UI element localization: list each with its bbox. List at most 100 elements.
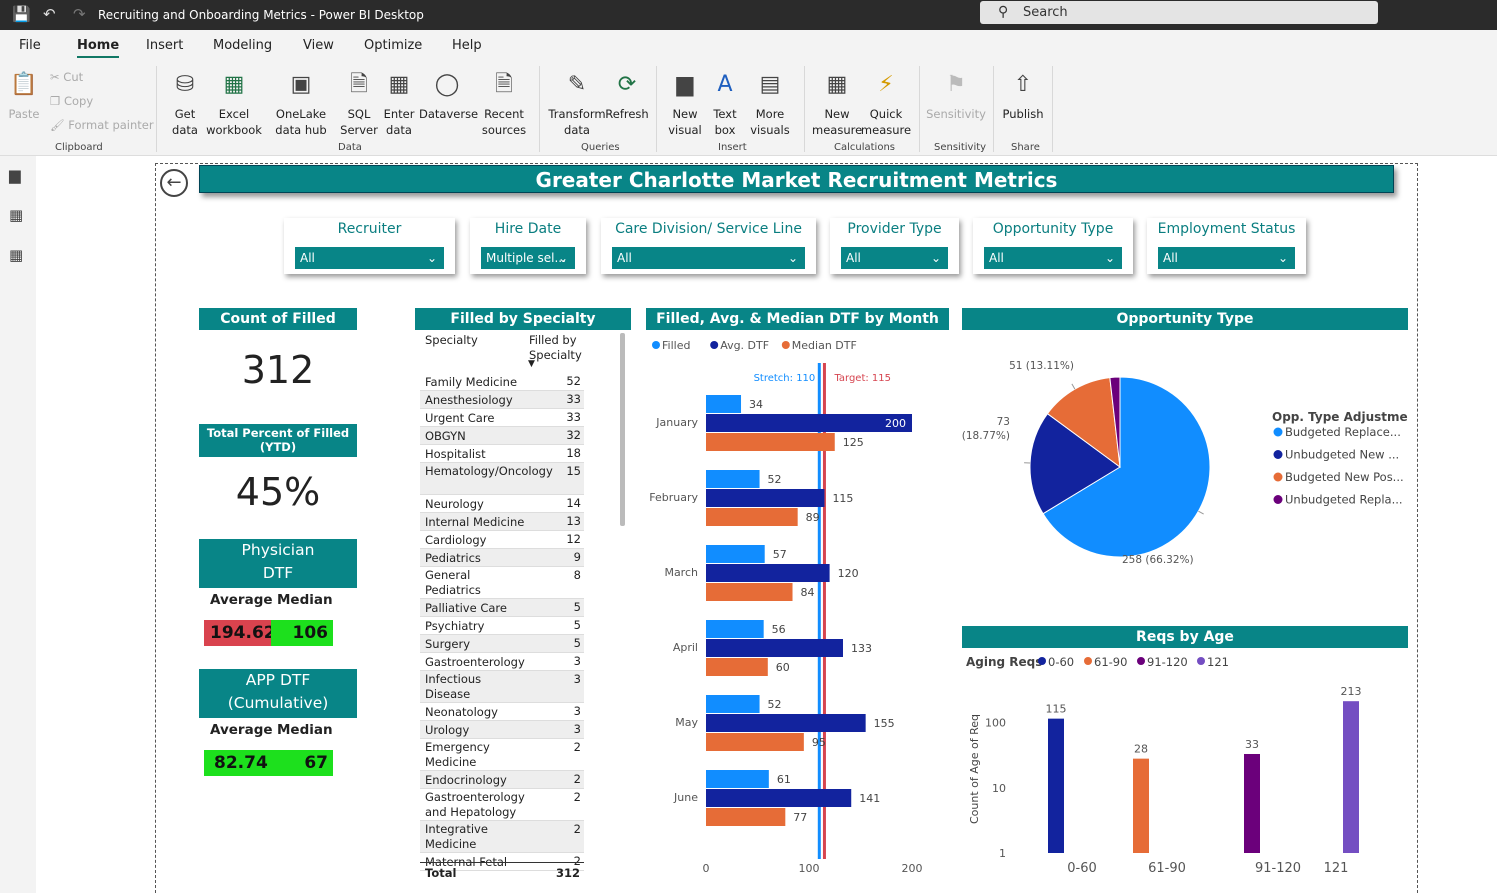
table-row[interactable]: Infectious Disease 3: [420, 671, 584, 703]
legend-marker: [652, 341, 660, 349]
specialty-count: 13: [566, 514, 581, 528]
table-row[interactable]: Anesthesiology 33: [420, 391, 584, 409]
slicer-employment-status[interactable]: Employment Status All ⌄: [1147, 218, 1306, 274]
slicer-recruiter[interactable]: Recruiter All ⌄: [284, 218, 455, 274]
enter-data-button[interactable]: ▦ Enter data: [378, 70, 420, 138]
table-row[interactable]: Emergency Medicine 2: [420, 739, 584, 771]
specialty-count: 33: [566, 392, 581, 406]
publish-icon: ⇧: [1013, 72, 1033, 97]
bar: [706, 620, 764, 638]
transform-data-button[interactable]: ✎ Transform data: [546, 70, 608, 138]
filled-col-header[interactable]: Filled by Specialty: [529, 333, 585, 363]
table-row[interactable]: Pediatrics 9: [420, 549, 584, 567]
menu-modeling[interactable]: Modeling: [213, 38, 272, 53]
chevron-down-icon: ⌄: [557, 251, 568, 265]
menu-file[interactable]: File: [19, 38, 41, 53]
category-label: March: [664, 566, 698, 579]
legend-label: 61-90: [1094, 655, 1127, 669]
recent-sources-button[interactable]: 🗎 Recent sources: [476, 70, 532, 138]
data-label: 89: [806, 511, 820, 524]
slicer-provider-type[interactable]: Provider Type All ⌄: [830, 218, 959, 274]
slicer-dropdown[interactable]: All ⌄: [984, 247, 1122, 269]
back-arrow-icon[interactable]: ←: [160, 169, 188, 197]
table-scrollbar[interactable]: [620, 333, 625, 526]
slicer-dropdown[interactable]: All ⌄: [841, 247, 948, 269]
table-row[interactable]: Family Medicine 52: [420, 373, 584, 391]
menu-view[interactable]: View: [303, 38, 334, 53]
cut-button[interactable]: ✂ Cut: [50, 70, 83, 84]
sensitivity-button[interactable]: ⚑ Sensitivity: [926, 70, 986, 122]
slicer-dropdown[interactable]: Multiple sel... ⌄: [481, 247, 575, 269]
get-data-button[interactable]: ⛁ Get data: [163, 70, 207, 138]
new-measure-button[interactable]: ▦ New measure: [812, 70, 862, 138]
redo-icon[interactable]: ↷: [73, 5, 86, 23]
table-row[interactable]: Hematology/Oncology 15: [420, 463, 584, 495]
model-view-icon[interactable]: ▦: [9, 246, 23, 264]
bar: [706, 583, 793, 601]
table-row[interactable]: Neonatology 3: [420, 703, 584, 721]
paste-button[interactable]: 📋 Paste: [6, 70, 42, 122]
data-label: 61: [777, 773, 791, 786]
format-painter-button[interactable]: 🖌 Format painter: [50, 118, 154, 132]
table-row[interactable]: Cardiology 12: [420, 531, 584, 549]
specialty-count: 3: [573, 672, 581, 686]
table-row[interactable]: Urology 3: [420, 721, 584, 739]
table-row[interactable]: Surgery 5: [420, 635, 584, 653]
slicer-hire-date[interactable]: Hire Date Multiple sel... ⌄: [470, 218, 586, 274]
table-row[interactable]: Internal Medicine 13: [420, 513, 584, 531]
report-view-icon[interactable]: ▆: [9, 166, 21, 184]
publish-button[interactable]: ⇧ Publish: [1000, 70, 1046, 122]
slicer-dropdown[interactable]: All ⌄: [612, 247, 805, 269]
chevron-down-icon: ⌄: [787, 251, 798, 265]
table-row[interactable]: Psychiatry 5: [420, 617, 584, 635]
search-box[interactable]: ⚲ Search: [980, 1, 1378, 24]
specialty-col-header[interactable]: Specialty: [425, 333, 478, 347]
age-chart-title: Reqs by Age: [962, 626, 1408, 648]
leader-line: [1198, 510, 1204, 515]
table-row[interactable]: Palliative Care 5: [420, 599, 584, 617]
slicer-dropdown[interactable]: All ⌄: [295, 247, 444, 269]
bar: [706, 433, 835, 451]
table-row[interactable]: General Pediatrics 8: [420, 567, 584, 599]
table-row[interactable]: OBGYN 32: [420, 427, 584, 445]
new-visual-button[interactable]: ▆ New visual: [664, 70, 706, 138]
opportunity-type-pie-chart[interactable]: 258 (66.32%) 73 (18.77%) 51 (13.11%) Opp. Ty…: [962, 333, 1408, 623]
group-clipboard: Clipboard: [55, 142, 103, 153]
slicer-dropdown[interactable]: All ⌄: [1158, 247, 1295, 269]
menu-optimize[interactable]: Optimize: [364, 38, 422, 53]
legend-label: Avg. DTF: [720, 339, 769, 352]
reqs-by-age-chart[interactable]: Aging Reqs 0-60 61-90 91-120 121 Count of Age…: [962, 650, 1408, 890]
quick-measure-button[interactable]: ⚡ Quick measure: [860, 70, 912, 138]
excel-workbook-button[interactable]: ▦ Excel workbook: [206, 70, 262, 138]
copy-button[interactable]: ❐ Copy: [50, 94, 93, 108]
refresh-button[interactable]: ⟳ Refresh: [604, 70, 650, 122]
save-icon[interactable]: 💾: [12, 5, 31, 23]
slicer-care-division[interactable]: Care Division/ Service Line All ⌄: [601, 218, 816, 274]
specialty-name: Infectious Disease: [425, 672, 482, 701]
slicer-opportunity-type[interactable]: Opportunity Type All ⌄: [973, 218, 1133, 274]
onelake-button[interactable]: ▣ OneLake data hub: [262, 70, 340, 138]
sql-server-button[interactable]: 🗎 SQL Server: [340, 70, 378, 138]
dtf-by-month-chart[interactable]: Filled Avg. DTF Median DTF Stretch: 110 Targ…: [646, 333, 950, 885]
table-row[interactable]: Endocrinology 2: [420, 771, 584, 789]
menu-home[interactable]: Home: [77, 38, 120, 58]
table-row[interactable]: Hospitalist 18: [420, 445, 584, 463]
specialty-name: Hospitalist: [425, 447, 486, 461]
table-row[interactable]: Gastroenterology and Hepatology 2: [420, 789, 584, 821]
menu-help[interactable]: Help: [452, 38, 482, 53]
dataverse-button[interactable]: ◯ Dataverse: [419, 70, 478, 122]
divider: [919, 66, 920, 152]
text-box-button[interactable]: A Text box: [706, 70, 744, 138]
undo-icon[interactable]: ↶: [43, 5, 56, 23]
more-visuals-button[interactable]: ▤ More visuals: [744, 70, 796, 138]
table-row[interactable]: Gastroenterology 3: [420, 653, 584, 671]
table-row[interactable]: Integrative Medicine 2: [420, 821, 584, 853]
sort-desc-icon[interactable]: ▼: [528, 359, 535, 369]
table-view-icon[interactable]: ▦: [9, 206, 23, 224]
table-row[interactable]: Neurology 14: [420, 495, 584, 513]
legend-marker: [1273, 495, 1283, 504]
menu-insert[interactable]: Insert: [146, 38, 183, 53]
legend-label: 0-60: [1048, 655, 1074, 669]
table-row[interactable]: Urgent Care 33: [420, 409, 584, 427]
physician-median-label: Median: [277, 592, 333, 608]
